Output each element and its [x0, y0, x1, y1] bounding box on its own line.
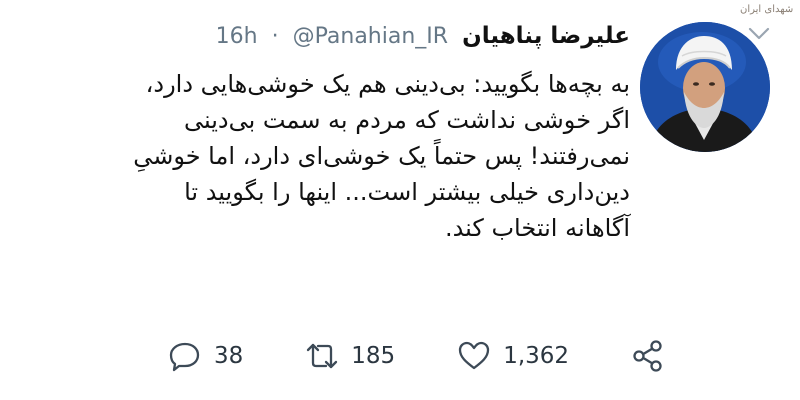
tweet-text-line: دین‌داری خیلی بیشتر است... اینها را بگوی… [184, 178, 630, 206]
like-button[interactable]: 1,362 [457, 339, 569, 373]
reply-icon [168, 339, 202, 373]
avatar[interactable] [640, 22, 770, 152]
retweet-button[interactable]: 185 [305, 339, 395, 373]
tweet-header: علیرضا پناهیان @Panahian_IR · 16h [216, 20, 630, 52]
display-name[interactable]: علیرضا پناهیان [462, 23, 630, 49]
like-count: 1,362 [503, 343, 570, 369]
share-button[interactable] [631, 339, 665, 373]
watermark: شهدای ایران [740, 4, 794, 15]
reply-button[interactable]: 38 [168, 339, 243, 373]
tweet-card: شهدای ایران علیرضا پناهیان @Panahian_IR … [0, 0, 800, 400]
reply-count: 38 [214, 343, 244, 369]
tweet-text-line: نمی‌رفتند! پس حتماً یک خوشی‌ای دارد، اما… [133, 142, 630, 170]
tweet-text-line: اگر خوشی نداشت که مردم به سمت بی‌دینی [183, 106, 630, 134]
retweet-icon [305, 339, 339, 373]
separator-dot: · [271, 23, 279, 49]
share-icon [631, 339, 665, 373]
timestamp[interactable]: 16h [216, 24, 258, 49]
tweet-text-line: به بچه‌ها بگویید: بی‌دینی هم یک خوشی‌های… [145, 70, 630, 98]
tweet-text: به بچه‌ها بگویید: بی‌دینی هم یک خوشی‌های… [30, 66, 630, 246]
heart-icon [457, 339, 491, 373]
retweet-count: 185 [351, 343, 396, 369]
tweet-text-line: آگاهانه انتخاب کند. [444, 214, 630, 242]
action-bar: 38 185 1,362 [168, 335, 727, 377]
user-handle[interactable]: @Panahian_IR [293, 24, 448, 49]
